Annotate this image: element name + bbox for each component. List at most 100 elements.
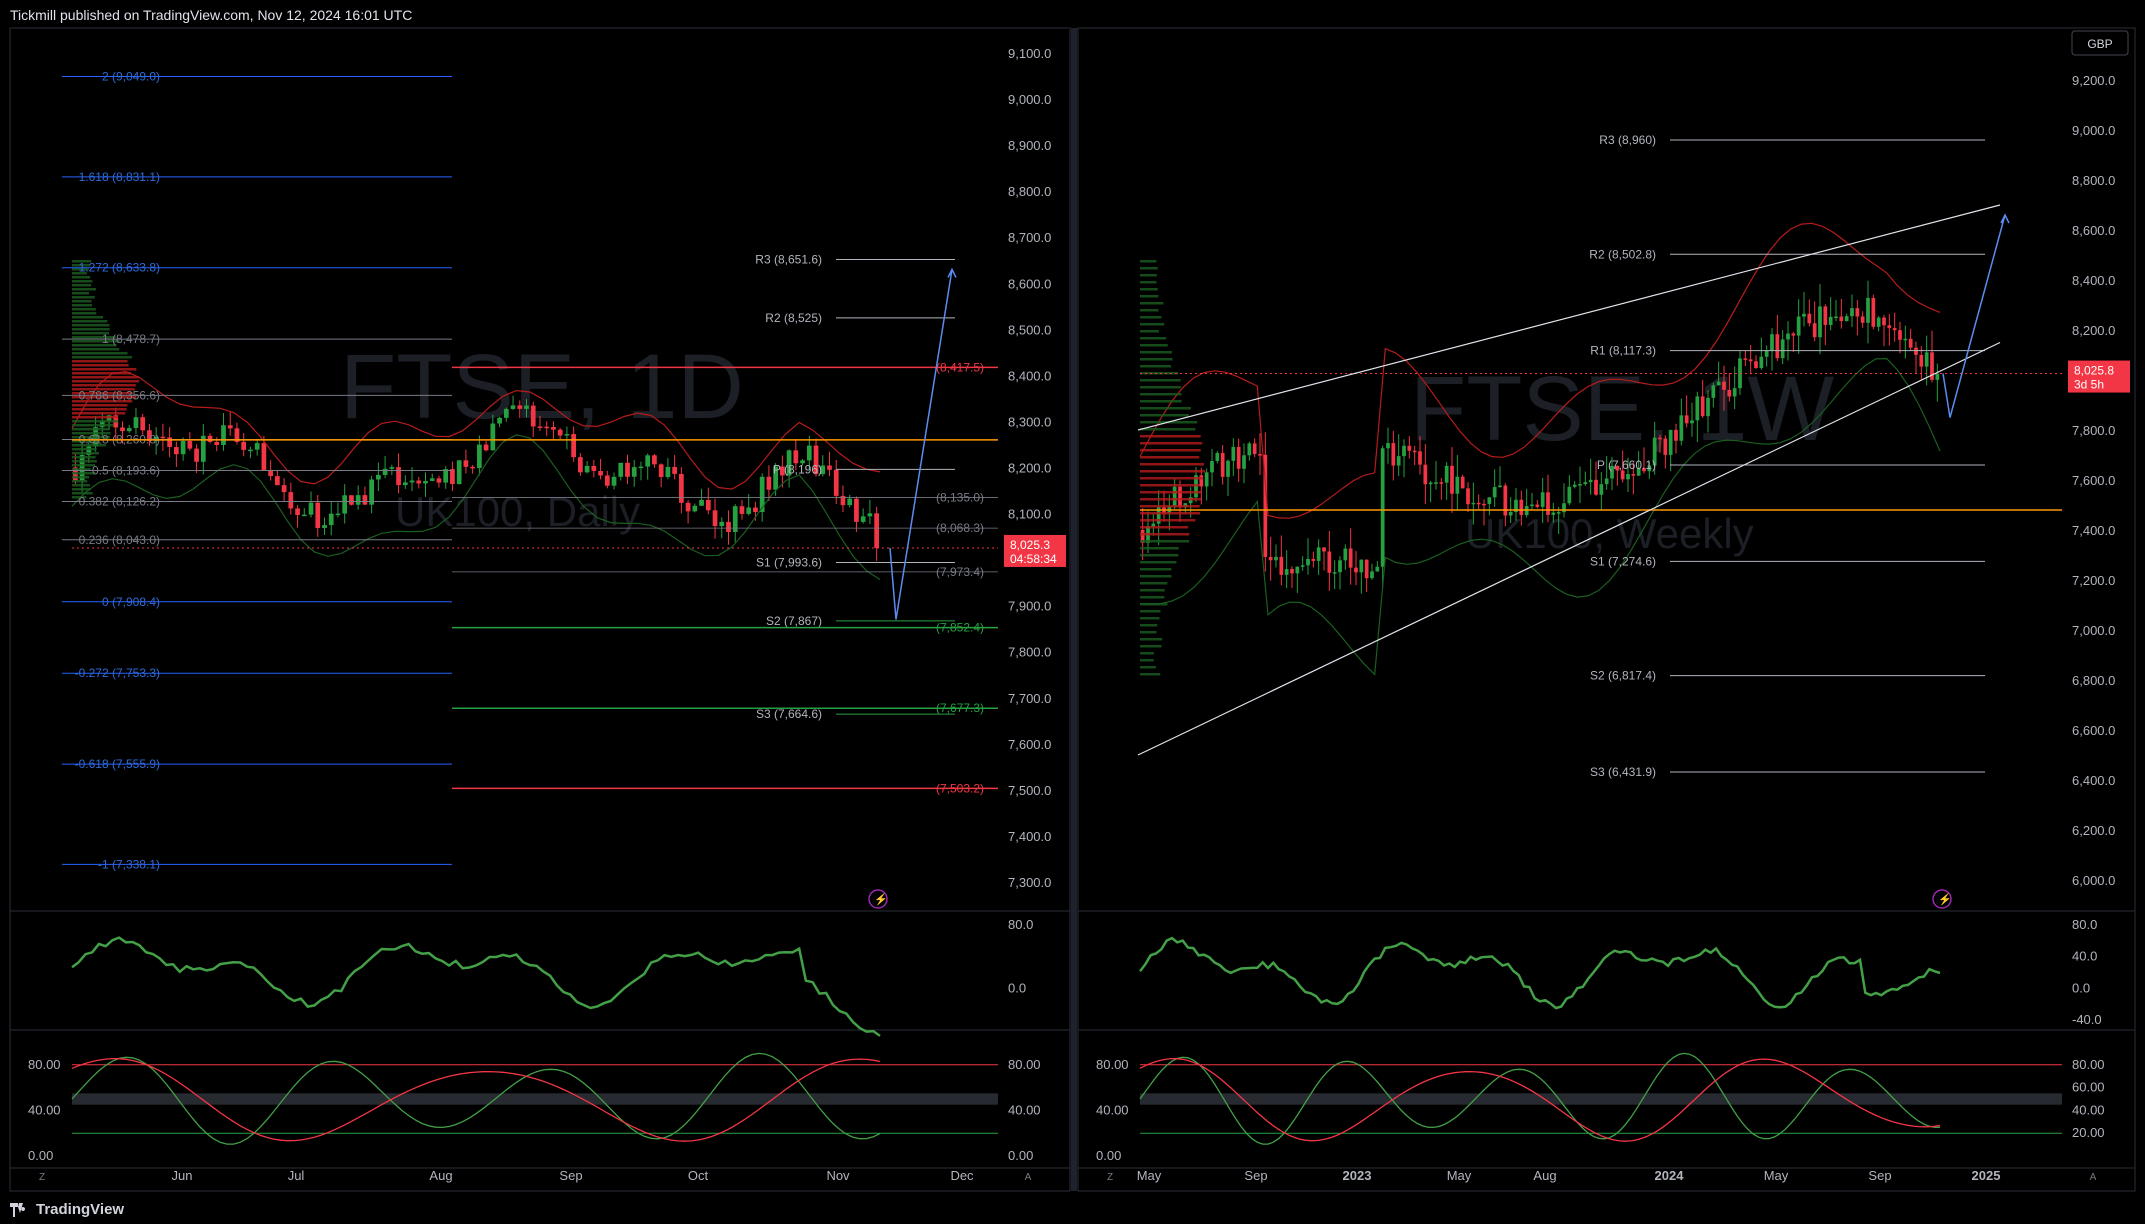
volume-profile-bar: [72, 480, 88, 483]
candle-body: [692, 505, 698, 512]
lightning-glyph: ⚡: [874, 893, 888, 906]
candle-body: [1231, 446, 1236, 461]
candle-body: [746, 507, 752, 514]
brand-name[interactable]: TradingView: [36, 1201, 124, 1218]
candle-body: [591, 465, 597, 472]
pivot-level-label: R1 (8,117.3): [1590, 344, 1656, 358]
volume-profile-bar: [1140, 351, 1172, 354]
candle-body: [578, 457, 583, 473]
osc2-axis-label-left: 40.00: [1096, 1102, 1129, 1117]
osc2-axis-label-right: 40.00: [2072, 1102, 2105, 1117]
time-axis-label: May: [1137, 1168, 1162, 1183]
volume-profile-bar: [72, 408, 127, 411]
candle-body: [1727, 389, 1732, 397]
candle-body: [1220, 452, 1225, 477]
volume-profile-bar: [1140, 288, 1158, 291]
pivot-level-label: S2 (6,817.4): [1590, 669, 1656, 683]
volume-profile-bar: [1140, 631, 1157, 634]
volume-profile-bar: [72, 420, 118, 423]
candle-body: [598, 471, 603, 476]
candle-body: [631, 467, 637, 477]
candle-body: [1578, 484, 1582, 486]
candle-body: [1322, 547, 1326, 552]
volume-profile-bar: [1140, 344, 1168, 347]
candle-body: [1348, 548, 1353, 568]
volume-profile-bar: [1140, 638, 1163, 641]
volume-profile-bar: [72, 488, 91, 491]
time-axis-label: Sep: [559, 1168, 582, 1183]
volume-profile-bar: [1140, 575, 1172, 578]
candle-body: [759, 476, 765, 513]
candle-body: [1455, 476, 1460, 494]
candle-body: [1210, 461, 1214, 473]
candle-body: [1434, 482, 1438, 484]
volume-profile-bar: [72, 316, 104, 319]
price-axis-label: 7,800.0: [2072, 423, 2115, 438]
candle-body: [1770, 334, 1774, 351]
osc2-axis-label-right: 80.00: [1008, 1057, 1041, 1072]
fib-level-label: 0.382 (8,126.2): [79, 494, 160, 508]
volume-profile-bar: [72, 324, 110, 327]
candle-body: [524, 405, 529, 409]
candle-body: [1658, 437, 1662, 440]
volume-profile-bar: [1140, 267, 1158, 270]
candle-body: [1482, 503, 1486, 506]
volume-profile-bar: [1140, 386, 1181, 389]
candle-body: [355, 495, 361, 505]
chart-panel-2: [1077, 27, 2136, 1192]
volume-profile-bar: [72, 404, 128, 407]
volume-profile-bar: [1140, 414, 1189, 417]
price-axis-label: 8,300.0: [1008, 414, 1051, 429]
volume-profile-bar: [72, 380, 140, 383]
candle-body: [1535, 504, 1540, 507]
candle-body: [1540, 492, 1545, 507]
candle-body: [450, 469, 455, 485]
price-axis-label: 8,600.0: [2072, 223, 2115, 238]
volume-profile-bar: [1140, 435, 1201, 438]
volume-profile-bar: [1140, 505, 1200, 508]
level-label: (8,135.0): [936, 490, 984, 504]
candle-body: [1332, 572, 1337, 574]
candle-body: [530, 405, 536, 427]
fib-level-label: 1 (8,478.7): [102, 332, 160, 346]
candle-body: [557, 429, 563, 436]
candle-body: [1295, 566, 1300, 574]
panel-separator: [1071, 28, 1077, 1191]
candle-body: [1428, 482, 1433, 485]
candle-body: [126, 428, 132, 432]
candle-body: [1892, 328, 1897, 331]
osc2-axis-label-left: 0.00: [1096, 1148, 1121, 1163]
volume-profile-bar: [72, 368, 137, 371]
zoom-icon: Z: [1107, 1172, 1113, 1183]
candle-body: [685, 502, 691, 512]
volume-profile-bar: [1140, 617, 1160, 620]
volume-profile-bar: [1140, 659, 1154, 662]
branding-footer: TradingView: [0, 1196, 2145, 1224]
tradingview-logo-icon[interactable]: [10, 1203, 30, 1217]
candle-body: [1796, 316, 1801, 336]
lightning-glyph: ⚡: [1938, 893, 1952, 906]
candle-body: [1354, 567, 1358, 573]
candle-body: [1492, 487, 1497, 498]
volume-profile-bar: [1140, 470, 1206, 473]
candle-body: [1818, 306, 1822, 338]
candle-body: [1743, 358, 1748, 360]
pivot-level-label: P (7,660.1): [1597, 458, 1656, 472]
fib-level-label: 0.786 (8,356.6): [79, 388, 160, 402]
candle-body: [376, 474, 381, 480]
candle-body: [1887, 325, 1892, 329]
fib-level-label: 0 (7,908.4): [102, 595, 160, 609]
candle-body: [1423, 464, 1428, 485]
volume-profile-bar: [1140, 491, 1202, 494]
volume-profile-bar: [72, 296, 95, 299]
candle-body: [160, 436, 166, 439]
candle-body: [1722, 381, 1726, 390]
candle-body: [860, 516, 866, 522]
candle-body: [854, 498, 859, 522]
time-axis-label: Jun: [172, 1168, 193, 1183]
candle-body: [1711, 385, 1716, 398]
volume-profile-bar: [1140, 568, 1172, 571]
fib-level-label: 0.5 (8,193.6): [92, 463, 160, 477]
candle-body: [1407, 445, 1412, 451]
candle-body: [1380, 448, 1385, 567]
